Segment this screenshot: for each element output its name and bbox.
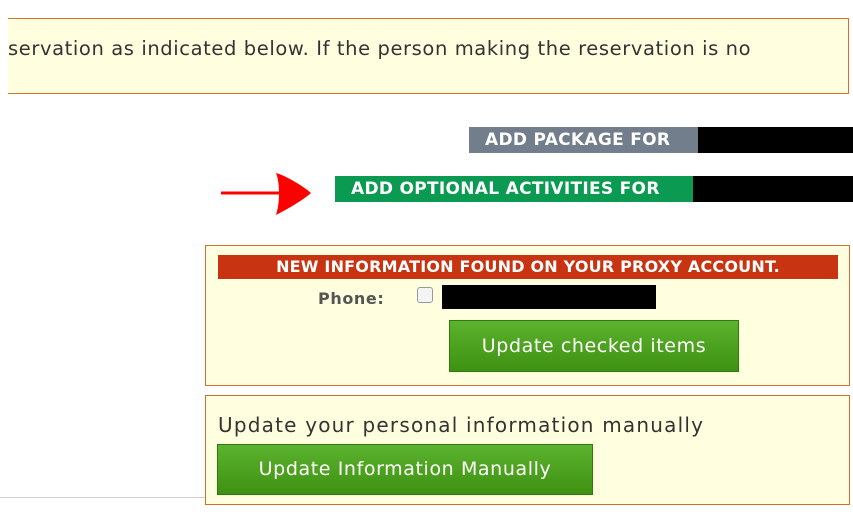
- proxy-account-box: NEW INFORMATION FOUND ON YOUR PROXY ACCO…: [205, 245, 850, 386]
- redacted-phone-number: [442, 285, 656, 309]
- notice-box: servation as indicated below. If the per…: [8, 18, 849, 94]
- update-information-manually-button[interactable]: Update Information Manually: [217, 444, 593, 495]
- divider: [0, 497, 205, 498]
- redacted-package-name: [698, 127, 853, 153]
- notice-text: servation as indicated below. If the per…: [8, 37, 752, 60]
- redacted-activities-name: [693, 176, 853, 202]
- manual-update-box: Update your personal information manuall…: [205, 395, 850, 505]
- red-arrow-annotation: [221, 173, 311, 215]
- phone-checkbox[interactable]: [417, 287, 433, 303]
- phone-label: Phone:: [318, 289, 385, 308]
- manual-update-text: Update your personal information manuall…: [218, 413, 705, 437]
- add-optional-activities-button[interactable]: ADD OPTIONAL ACTIVITIES FOR: [335, 176, 693, 202]
- update-checked-items-button[interactable]: Update checked items: [449, 320, 739, 372]
- proxy-header: NEW INFORMATION FOUND ON YOUR PROXY ACCO…: [218, 255, 838, 279]
- add-package-button[interactable]: ADD PACKAGE FOR: [469, 127, 698, 153]
